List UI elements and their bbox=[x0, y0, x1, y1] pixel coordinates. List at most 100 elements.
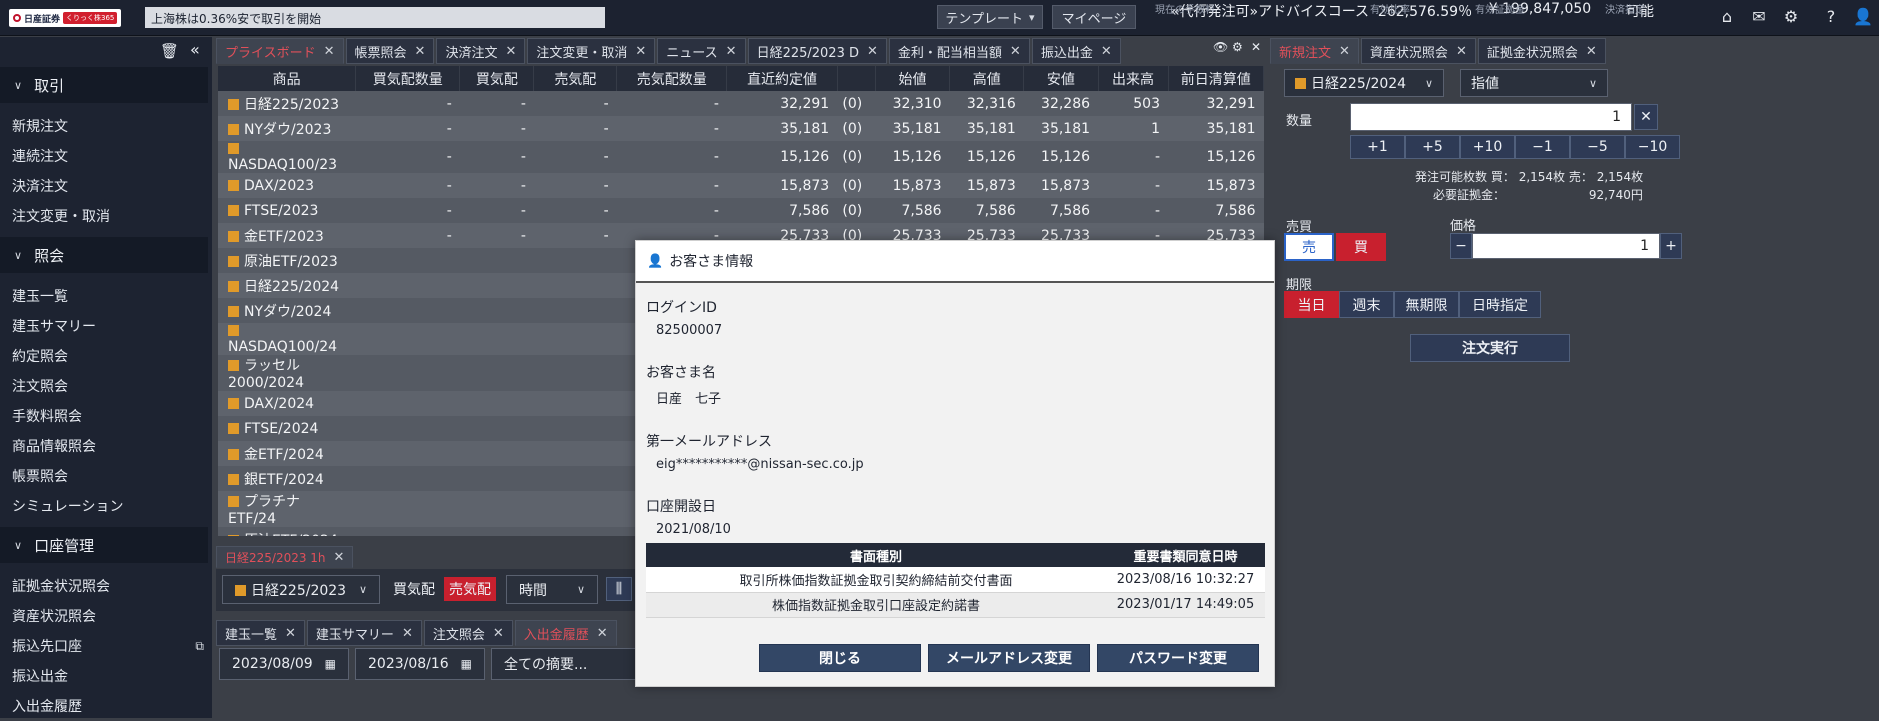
bid-button[interactable]: 買気配 bbox=[388, 577, 440, 601]
user-icon[interactable]: 👤 bbox=[1852, 6, 1874, 28]
table-row[interactable]: NASDAQ100/23 - - - - 15,126 (0) 15,126 15,126 15,… bbox=[218, 141, 1264, 173]
tab-interest-dividend[interactable]: 金利・配当相当額 ✕ bbox=[888, 38, 1030, 64]
sidebar-item-deposit-history[interactable]: 入出金履歴 bbox=[0, 691, 212, 721]
term-today-button[interactable]: 当日 bbox=[1284, 291, 1339, 318]
sidebar-item-settle-order[interactable]: 決済注文 bbox=[0, 171, 212, 201]
tab-positions[interactable]: 建玉一覧 ✕ bbox=[216, 620, 305, 646]
close-icon[interactable]: ✕ bbox=[334, 550, 345, 565]
tab-deposit-history[interactable]: 入出金履歴 ✕ bbox=[514, 620, 617, 646]
order-instrument-select[interactable]: 日経225/2024 ∨ bbox=[1284, 69, 1444, 97]
tab-withdrawal[interactable]: 振込出金 ✕ bbox=[1031, 38, 1121, 64]
clear-icon[interactable]: ✕ bbox=[1634, 104, 1658, 130]
change-password-button[interactable]: パスワード変更 bbox=[1097, 644, 1259, 672]
qty-plus1-button[interactable]: +1 bbox=[1350, 135, 1405, 159]
sell-button[interactable]: 売 bbox=[1284, 233, 1334, 261]
period-select[interactable]: 時間 ∨ bbox=[506, 575, 598, 604]
close-icon[interactable]: ✕ bbox=[415, 44, 426, 59]
table-row[interactable]: DAX/2023- - - -15,873 (0) 15,873 15,873 15,873-… bbox=[218, 173, 1264, 198]
date-to-field[interactable]: 2023/08/16 ▦ bbox=[355, 648, 485, 680]
sidebar-item-fees[interactable]: 手数料照会 bbox=[0, 401, 212, 431]
tab-news[interactable]: ニュース ✕ bbox=[657, 38, 746, 64]
close-icon[interactable]: ✕ bbox=[1339, 44, 1350, 59]
sidebar-item-positions[interactable]: 建玉一覧 bbox=[0, 281, 212, 311]
close-icon[interactable]: ✕ bbox=[726, 44, 737, 59]
sidebar-section-account[interactable]: ∨ 口座管理 bbox=[0, 527, 208, 563]
close-icon[interactable]: ✕ bbox=[1101, 44, 1112, 59]
order-type-select[interactable]: 指値 ∨ bbox=[1460, 69, 1608, 97]
sidebar-item-bank-account[interactable]: 振込先口座 ⧉ bbox=[0, 631, 212, 661]
close-icon[interactable]: ✕ bbox=[505, 44, 516, 59]
sidebar-item-withdrawal[interactable]: 振込出金 bbox=[0, 661, 212, 691]
calendar-icon[interactable]: ▦ bbox=[461, 657, 472, 671]
eye-icon[interactable]: 👁 bbox=[1213, 40, 1228, 54]
date-from-field[interactable]: 2023/08/09 ▦ bbox=[219, 648, 349, 680]
mypage-button[interactable]: マイページ bbox=[1052, 5, 1136, 29]
qty-minus1-button[interactable]: −1 bbox=[1515, 135, 1570, 159]
tab-reports[interactable]: 帳票照会 ✕ bbox=[345, 38, 435, 64]
term-weekend-button[interactable]: 週末 bbox=[1339, 291, 1394, 318]
gear-icon[interactable]: ⚙ bbox=[1780, 6, 1802, 28]
news-ticker[interactable]: 上海株は0.36%安で取引を開始 bbox=[145, 7, 605, 28]
summary-select[interactable]: 全ての摘要... bbox=[491, 648, 636, 680]
home-icon[interactable]: ⌂ bbox=[1716, 6, 1738, 28]
tab-settle-order[interactable]: 決済注文 ✕ bbox=[436, 38, 526, 64]
sidebar-item-continuous-order[interactable]: 連続注文 bbox=[0, 141, 212, 171]
tab-asset-status[interactable]: 資産状況照会 ✕ bbox=[1360, 38, 1476, 64]
qty-minus10-button[interactable]: −10 bbox=[1625, 135, 1680, 159]
tab-position-summary[interactable]: 建玉サマリー ✕ bbox=[306, 620, 422, 646]
chart-instrument-select[interactable]: 日経225/2023 ∨ bbox=[222, 575, 380, 604]
sidebar-section-trade[interactable]: ∨ 取引 bbox=[0, 67, 208, 103]
close-icon[interactable]: ✕ bbox=[324, 44, 335, 59]
qty-plus5-button[interactable]: +5 bbox=[1405, 135, 1460, 159]
table-row[interactable]: NYダウ/2023- - - -35,181 (0) 35,181 35,181 35,181… bbox=[218, 116, 1264, 141]
close-icon[interactable]: ✕ bbox=[1010, 44, 1021, 59]
tab-chart[interactable]: 日経225/2023 1h ✕ bbox=[216, 546, 354, 568]
sidebar-item-modify-order[interactable]: 注文変更・取消 bbox=[0, 201, 212, 231]
term-indefinite-button[interactable]: 無期限 bbox=[1394, 291, 1459, 318]
price-input[interactable]: 1 bbox=[1472, 233, 1660, 259]
close-icon[interactable]: ✕ bbox=[1586, 44, 1597, 59]
price-minus-icon[interactable]: − bbox=[1450, 233, 1472, 259]
table-row[interactable]: 日経225/2023 - - - - 32,291 (0) 32,310 32,316 32,28… bbox=[218, 91, 1264, 116]
price-plus-icon[interactable]: + bbox=[1660, 233, 1682, 259]
close-icon[interactable]: ✕ bbox=[867, 44, 878, 59]
tab-nikkei-day[interactable]: 日経225/2023 D ✕ bbox=[747, 38, 887, 64]
sidebar-item-reports[interactable]: 帳票照会 bbox=[0, 461, 212, 491]
submit-order-button[interactable]: 注文実行 bbox=[1410, 334, 1570, 362]
qty-minus5-button[interactable]: −5 bbox=[1570, 135, 1625, 159]
calendar-icon[interactable]: ▦ bbox=[325, 657, 336, 671]
tab-margin-status[interactable]: 証拠金状況照会 ✕ bbox=[1477, 38, 1606, 64]
mail-icon[interactable]: ✉ bbox=[1748, 6, 1770, 28]
trash-icon[interactable]: 🗑 bbox=[160, 42, 179, 60]
sidebar-item-executions[interactable]: 約定照会 bbox=[0, 341, 212, 371]
close-icon[interactable]: ✕ bbox=[1251, 40, 1261, 54]
qty-input[interactable]: 1 bbox=[1350, 103, 1632, 131]
buy-button[interactable]: 買 bbox=[1336, 233, 1386, 261]
close-icon[interactable]: ✕ bbox=[285, 626, 296, 641]
candle-icon[interactable]: ⫼ bbox=[606, 577, 632, 601]
gear-icon[interactable]: ⚙ bbox=[1232, 40, 1243, 54]
help-icon[interactable]: ? bbox=[1820, 6, 1842, 28]
sidebar-section-inquiry[interactable]: ∨ 照会 bbox=[0, 237, 208, 273]
sidebar-item-orders[interactable]: 注文照会 bbox=[0, 371, 212, 401]
sidebar-item-new-order[interactable]: 新規注文 bbox=[0, 111, 212, 141]
collapse-icon[interactable]: « bbox=[190, 40, 200, 59]
close-icon[interactable]: ✕ bbox=[493, 626, 504, 641]
sidebar-item-simulation[interactable]: シミュレーション bbox=[0, 491, 212, 521]
close-icon[interactable]: ✕ bbox=[635, 44, 646, 59]
close-icon[interactable]: ✕ bbox=[597, 626, 608, 641]
close-button[interactable]: 閉じる bbox=[759, 644, 921, 672]
close-icon[interactable]: ✕ bbox=[402, 626, 413, 641]
sidebar-item-product-info[interactable]: 商品情報照会 bbox=[0, 431, 212, 461]
ask-button[interactable]: 売気配 bbox=[444, 577, 496, 601]
tab-new-order[interactable]: 新規注文 ✕ bbox=[1270, 38, 1359, 64]
tab-orders[interactable]: 注文照会 ✕ bbox=[423, 620, 513, 646]
qty-plus10-button[interactable]: +10 bbox=[1460, 135, 1515, 159]
change-email-button[interactable]: メールアドレス変更 bbox=[928, 644, 1090, 672]
sidebar-item-asset-status[interactable]: 資産状況照会 bbox=[0, 601, 212, 631]
tab-price-board[interactable]: プライスボード ✕ bbox=[216, 38, 344, 64]
table-row[interactable]: FTSE/2023 - - - - 7,586 (0) 7,586 7,586 7,586 - 7,5… bbox=[218, 198, 1264, 223]
term-datetime-button[interactable]: 日時指定 bbox=[1459, 291, 1541, 318]
template-button[interactable]: テンプレート ▾ bbox=[937, 5, 1043, 29]
sidebar-item-margin-status[interactable]: 証拠金状況照会 bbox=[0, 571, 212, 601]
